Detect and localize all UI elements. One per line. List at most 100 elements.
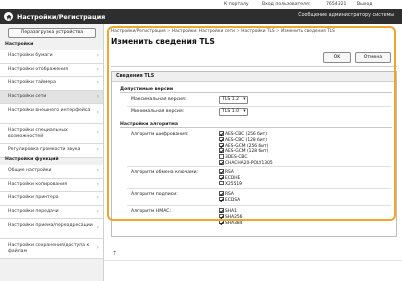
sidebar-item-volume[interactable]: Регулировка громкости звука › <box>0 144 103 158</box>
algorithm-checkbox[interactable]: AES-CBC (256 бит) <box>219 131 267 137</box>
algorithm-checkbox[interactable]: SHA1 <box>219 208 237 214</box>
sidebar-item-label: Настройки принтера <box>8 195 59 200</box>
logout-link[interactable]: Выход <box>357 2 372 7</box>
hmac-algorithm-label: Алгоритм HMAC: <box>131 209 172 214</box>
checkbox-checked-icon[interactable] <box>219 213 224 219</box>
sidebar-item-label: Регулировка громкости звука <box>8 147 81 152</box>
breadcrumb-item[interactable]: Настройки: Настройки сети <box>172 29 235 34</box>
breadcrumb-separator: > <box>166 29 171 34</box>
admin-message-link[interactable]: Сообщение администратору системы <box>298 13 394 18</box>
sidebar-item-store-access[interactable]: Настройки сохранения/доступа к файлам › <box>0 239 103 259</box>
checkbox-checked-icon[interactable] <box>219 191 224 196</box>
max-version-label: Максимальная версия: <box>131 97 187 102</box>
restart-device-button[interactable]: Перазагрузка устройства <box>8 28 96 38</box>
signature-algorithm-label: Алгоритм подписи: <box>131 192 178 197</box>
chevron-right-icon: › <box>96 194 99 201</box>
checkbox-checked-icon[interactable] <box>219 142 224 148</box>
chevron-right-icon: › <box>96 109 99 116</box>
sidebar-item-label: Настройки внешнего интерфейса <box>8 108 91 113</box>
sidebar-item-paper[interactable]: Настройки бумаги › <box>0 50 103 64</box>
key-exchange-algorithm-label: Алгоритм обмена ключами: <box>131 170 199 175</box>
chevron-right-icon: › <box>96 224 99 231</box>
row-divider <box>127 166 391 167</box>
panel-title: Сведения TLS <box>112 72 396 82</box>
chevron-right-icon: › <box>96 167 99 174</box>
breadcrumb-separator: > <box>236 29 240 34</box>
sidebar-functions-list: Общие настройки › Настройки копирования › … <box>0 165 103 259</box>
chevron-right-icon: › <box>96 207 99 215</box>
checkbox-label: ECDSA <box>225 197 241 203</box>
min-version-select[interactable]: TLS 1.0 ▾ <box>219 108 248 116</box>
sidebar-item-external-interface[interactable]: Настройки внешнего интерфейса › <box>0 104 103 124</box>
breadcrumb-item[interactable]: Настройки/Регистрация <box>111 29 166 34</box>
algorithm-checkbox[interactable]: AES-GCM (256 бит) <box>219 142 268 149</box>
algorithm-checkbox[interactable]: ECDHE <box>219 174 240 181</box>
algorithm-checkbox[interactable]: AES-GCM (128 бит) <box>219 148 268 154</box>
sidebar-item-common[interactable]: Общие настройки › <box>0 165 103 179</box>
breadcrumb-separator: > <box>276 29 280 34</box>
encryption-algorithm-label: Алгоритм шифрования: <box>131 132 189 137</box>
checkbox-checked-icon[interactable] <box>219 196 224 202</box>
checkbox-checked-icon[interactable] <box>219 174 224 180</box>
breadcrumb: Настройки/Регистрация > Настройки: Настр… <box>111 29 335 34</box>
sidebar-item-copy[interactable]: Настройки копирования › <box>0 178 103 192</box>
cancel-button[interactable]: Отмена <box>355 52 391 63</box>
sidebar: Перазагрузка устройства Настройки Настро… <box>0 24 104 281</box>
checkbox-checked-icon[interactable] <box>219 219 224 225</box>
algorithm-checkbox[interactable]: ECDSA <box>219 196 241 203</box>
algorithm-checkbox[interactable]: RSA <box>219 169 234 175</box>
chevron-right-icon: › <box>96 52 99 59</box>
sidebar-item-label: Настройки сети <box>8 93 47 99</box>
login-user-label: Вход пользователя: <box>262 1 311 7</box>
sidebar-item-timer[interactable]: Настройки таймера › <box>0 77 103 91</box>
checkbox-checked-icon[interactable] <box>219 160 224 165</box>
algorithms-header: Настройки алгоритма <box>120 122 392 128</box>
sidebar-item-label: Общие настройки <box>8 168 52 173</box>
back-to-top-icon[interactable]: ⇡ <box>112 250 117 257</box>
checkbox-label: SHA384 <box>225 220 243 226</box>
algorithm-checkbox[interactable]: CHACHA20-POLY1305 <box>219 160 273 166</box>
checkbox-checked-icon[interactable] <box>219 169 224 174</box>
algorithm-checkbox[interactable]: AES-CBC (128 бит) <box>219 136 267 143</box>
sidebar-item-label: Настройки таймера <box>8 80 56 85</box>
sidebar-item-label: Настройки приема/переадресации <box>8 223 93 228</box>
sidebar-item-printer[interactable]: Настройки принтера › <box>0 192 103 206</box>
algorithm-checkbox[interactable]: 3DES-CBC <box>219 154 247 160</box>
min-version-label: Минимальная версия: <box>131 109 185 114</box>
checkbox-label: X25519 <box>225 181 242 187</box>
sidebar-section-settings: Настройки <box>5 42 34 47</box>
breadcrumb-item-current: Изменить сведения TLS <box>281 29 335 34</box>
sidebar-item-receive-forward[interactable]: Настройки приема/переадресации › <box>0 219 103 239</box>
chevron-right-icon: › <box>96 92 99 100</box>
row-divider <box>127 205 391 206</box>
algorithm-checkbox[interactable]: RSA <box>219 191 234 197</box>
sidebar-item-send[interactable]: Настройки передачи › <box>0 205 103 219</box>
tls-details-panel: Сведения TLS Допустимые версии Максималь… <box>111 71 397 237</box>
sidebar-item-accessibility[interactable]: Настройки специальных возможностей › <box>0 124 103 144</box>
sidebar-item-network[interactable]: Настройки сети › <box>0 90 103 104</box>
checkbox-checked-icon[interactable] <box>219 208 224 213</box>
breadcrumb-item[interactable]: Настройки TLS <box>241 29 274 34</box>
checkbox-unchecked-icon[interactable] <box>219 180 224 186</box>
ok-button[interactable]: OK <box>323 52 351 63</box>
algorithm-checkbox[interactable]: SHA256 <box>219 213 242 220</box>
checkbox-checked-icon[interactable] <box>219 148 224 153</box>
row-divider <box>127 106 391 107</box>
divider <box>111 66 397 67</box>
row-divider <box>127 188 391 189</box>
checkbox-checked-icon[interactable] <box>219 136 224 142</box>
home-button[interactable] <box>4 12 13 21</box>
main-content: Настройки/Регистрация > Настройки: Настр… <box>104 24 402 281</box>
sidebar-item-display[interactable]: Настройки отображения › <box>0 63 103 77</box>
home-icon <box>5 14 12 19</box>
checkbox-checked-icon[interactable] <box>219 131 224 136</box>
checkbox-unchecked-icon[interactable] <box>219 154 224 159</box>
portal-link[interactable]: К порталу <box>224 2 249 7</box>
login-user-value: 7654321 <box>326 1 347 7</box>
sidebar-section-functions: Настройки функций <box>5 157 59 162</box>
max-version-value: TLS 1.2 <box>222 97 240 102</box>
algorithm-checkbox[interactable]: SHA384 <box>219 219 243 226</box>
sidebar-item-label: Настройки передачи <box>8 208 59 214</box>
max-version-select[interactable]: TLS 1.2 ▾ <box>219 96 248 104</box>
algorithm-checkbox[interactable]: X25519 <box>219 180 242 187</box>
